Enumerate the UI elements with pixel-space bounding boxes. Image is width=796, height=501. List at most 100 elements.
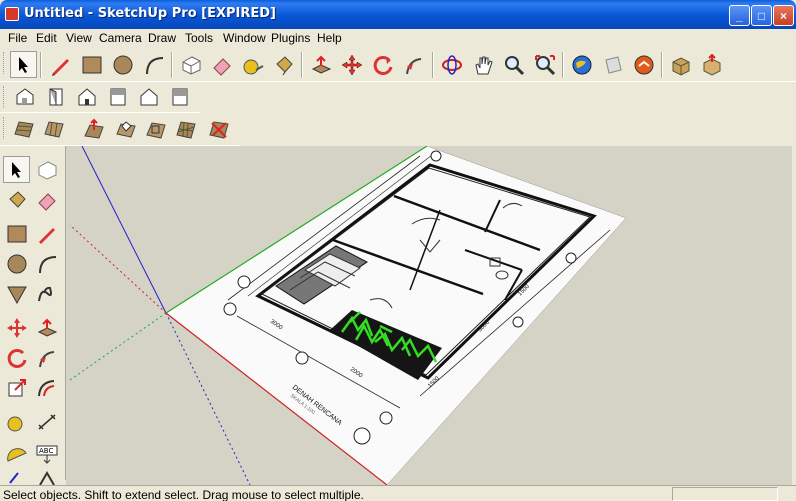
grid-bubble [223,302,237,316]
status-message: Select objects. Shift to extend select. … [3,488,364,501]
minimize-button[interactable]: _ [729,5,750,26]
eraser-icon[interactable] [208,51,235,78]
model-scene[interactable]: DENAH RENCANA SKALA 1:100 3000 2000 3000… [66,146,792,485]
move-icon[interactable] [338,51,365,78]
follow-me-icon[interactable] [400,51,427,78]
top-view-icon[interactable] [42,83,69,110]
paint-bucket-icon[interactable] [3,186,30,213]
smoove-icon[interactable] [80,115,107,142]
dimension-icon[interactable] [33,408,60,435]
close-button[interactable]: × [773,5,794,26]
grid-bubble [237,275,251,289]
eraser-icon[interactable] [33,186,60,213]
front-view-icon[interactable] [73,83,100,110]
toolbar-grip[interactable] [3,86,6,108]
main-toolbar [0,48,796,82]
rotate-icon[interactable] [369,51,396,78]
toolbar-grip[interactable] [3,117,6,139]
sketchup-app-icon[interactable] [5,7,19,21]
rectangle-icon[interactable] [78,51,105,78]
polygon-icon[interactable] [3,280,30,307]
rotate-icon[interactable] [3,344,30,371]
menu-draw[interactable]: Draw [148,31,176,45]
pan-hand-icon[interactable] [469,51,496,78]
red-axis-dashed [69,224,167,314]
orbit-icon[interactable] [438,51,465,78]
make-component-icon[interactable] [177,51,204,78]
google-earth-icon[interactable] [568,51,595,78]
sandbox-toolbar [0,113,240,146]
toolbar-grip[interactable] [3,52,6,74]
paint-bucket-icon[interactable] [270,51,297,78]
green-axis-dashed [69,312,167,381]
select-icon[interactable] [3,156,30,183]
from-contours-icon[interactable] [10,115,37,142]
add-detail-icon[interactable] [172,115,199,142]
window-right-edge [792,146,796,485]
protractor-icon[interactable] [3,440,30,467]
line-icon[interactable] [33,220,60,247]
text-icon[interactable]: ABC [33,440,60,467]
menu-bar: File Edit View Camera Draw Tools Window … [0,29,796,47]
large-tool-set-toolbar: ABC [0,146,66,485]
menu-camera[interactable]: Camera [99,31,142,45]
stamp-icon[interactable] [112,115,139,142]
menu-tools[interactable]: Tools [185,31,213,45]
circle-icon[interactable] [109,51,136,78]
flip-edge-icon[interactable] [205,115,232,142]
blue-axis [81,146,167,314]
zoom-icon[interactable] [500,51,527,78]
svg-text:ABC: ABC [39,447,53,455]
toolbar-separator [562,52,564,78]
menu-window[interactable]: Window [223,31,266,45]
scale-icon[interactable] [3,374,30,401]
push-pull-icon[interactable] [33,314,60,341]
grid-bubble [353,427,371,445]
select-arrow-icon[interactable] [10,51,37,78]
toolbar-separator [40,52,42,78]
maximize-button[interactable]: □ [751,5,772,26]
tape-measure-icon[interactable] [239,51,266,78]
window-title-bar[interactable]: Untitled - SketchUp Pro [EXPIRED] _ □ × [0,0,796,29]
right-view-icon[interactable] [104,83,131,110]
menu-view[interactable]: View [66,31,92,45]
menu-help[interactable]: Help [317,31,342,45]
follow-me-icon[interactable] [33,344,60,371]
menu-plugins[interactable]: Plugins [271,31,310,45]
window-title: Untitled - SketchUp Pro [EXPIRED] [24,6,276,21]
rectangle-icon[interactable] [3,220,30,247]
menu-file[interactable]: File [8,31,27,45]
arc-icon[interactable] [33,250,60,277]
tape-measure-icon[interactable] [3,408,30,435]
measurements-box[interactable] [672,487,778,501]
back-view-icon[interactable] [135,83,162,110]
grid-bubble [379,411,393,425]
grid-bubble [565,252,577,264]
toolbar-separator [171,52,173,78]
views-toolbar [0,82,200,113]
zoom-extents-icon[interactable] [531,51,558,78]
menu-edit[interactable]: Edit [36,31,57,45]
move-icon[interactable] [3,314,30,341]
toolbar-separator [432,52,434,78]
get-models-icon[interactable] [667,51,694,78]
grid-bubble [430,150,442,162]
grid-bubble [295,351,309,365]
push-pull-icon[interactable] [307,51,334,78]
share-model-icon[interactable] [599,51,626,78]
freehand-icon[interactable] [33,280,60,307]
pencil-line-icon[interactable] [47,51,74,78]
3d-warehouse-icon[interactable] [630,51,657,78]
iso-view-icon[interactable] [11,83,38,110]
make-component-icon[interactable] [33,156,60,183]
drape-icon[interactable] [142,115,169,142]
toolbar-separator [301,52,303,78]
3d-viewport[interactable]: DENAH RENCANA SKALA 1:100 3000 2000 3000… [66,146,792,485]
status-bar: Select objects. Shift to extend select. … [0,485,796,501]
offset-icon[interactable] [33,374,60,401]
left-view-icon[interactable] [166,83,193,110]
share-component-icon[interactable] [698,51,725,78]
arc-icon[interactable] [140,51,167,78]
from-scratch-icon[interactable] [40,115,67,142]
circle-icon[interactable] [3,250,30,277]
